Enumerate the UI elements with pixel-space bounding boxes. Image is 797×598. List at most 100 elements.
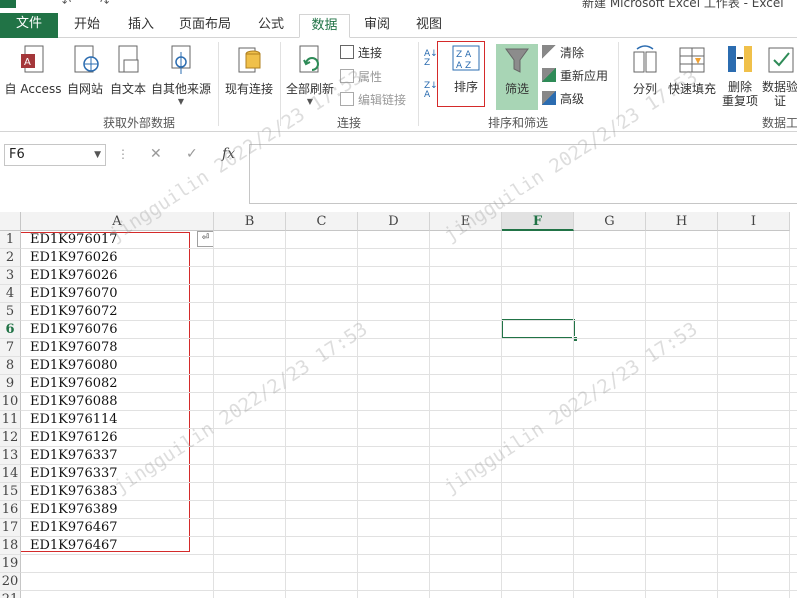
row-header-19[interactable]: 19 [0, 555, 21, 573]
column-header-C[interactable]: C [286, 212, 358, 231]
tab-data[interactable]: 数据 [299, 14, 350, 38]
row-header-7[interactable]: 7 [0, 339, 21, 357]
gridline [645, 231, 646, 598]
row-header-17[interactable]: 17 [0, 519, 21, 537]
cell-A11[interactable]: ED1K976114 [30, 411, 118, 429]
row-header-10[interactable]: 10 [0, 393, 21, 411]
from-other-sources-button[interactable]: 自其他来源 ▼ [150, 44, 212, 106]
gridline [21, 500, 797, 501]
sort-ascending-button[interactable]: A↓ Z [424, 50, 438, 68]
sort-descending-button[interactable]: Z↓ A [424, 82, 438, 100]
tab-insert[interactable]: 插入 [116, 14, 166, 38]
row-header-12[interactable]: 12 [0, 429, 21, 447]
cell-A1[interactable]: ED1K976017 [30, 231, 118, 249]
text-to-columns-button[interactable]: 分列 [626, 44, 664, 97]
cell-A13[interactable]: ED1K976337 [30, 447, 118, 465]
column-header-A[interactable]: A [21, 212, 214, 231]
column-header-D[interactable]: D [358, 212, 430, 231]
column-header-B[interactable]: B [214, 212, 286, 231]
filter-button[interactable]: 筛选 [496, 44, 538, 110]
existing-connections-button[interactable]: 现有连接 [222, 44, 276, 97]
tab-review[interactable]: 审阅 [354, 14, 400, 38]
edit-links-button[interactable]: 编辑链接 [340, 91, 406, 108]
row-header-21[interactable]: 21 [0, 591, 21, 598]
row-header-20[interactable]: 20 [0, 573, 21, 591]
cell-A17[interactable]: ED1K976467 [30, 519, 118, 537]
tab-home[interactable]: 开始 [62, 14, 112, 38]
chevron-down-icon: ▼ [306, 97, 314, 106]
cell-A18[interactable]: ED1K976467 [30, 537, 118, 555]
tab-view[interactable]: 视图 [406, 14, 452, 38]
redo-icon[interactable]: ↷ [100, 0, 109, 9]
enter-icon[interactable]: ✓ [186, 146, 198, 162]
refresh-all-button[interactable]: 全部刷新 ▼ [284, 44, 336, 106]
from-web-button[interactable]: 自网站 [64, 44, 106, 97]
cell-A5[interactable]: ED1K976072 [30, 303, 118, 321]
from-text-button[interactable]: 自文本 [108, 44, 148, 97]
separator [218, 42, 219, 126]
insert-function-icon[interactable]: fx [222, 146, 235, 162]
column-header-E[interactable]: E [430, 212, 502, 231]
cell-A4[interactable]: ED1K976070 [30, 285, 118, 303]
gridline [21, 410, 797, 411]
cell-A6[interactable]: ED1K976076 [30, 321, 118, 339]
cell-A16[interactable]: ED1K976389 [30, 501, 118, 519]
gridline [21, 302, 797, 303]
web-icon [74, 45, 99, 73]
cell-A12[interactable]: ED1K976126 [30, 429, 118, 447]
row-header-8[interactable]: 8 [0, 357, 21, 375]
row-header-5[interactable]: 5 [0, 303, 21, 321]
reapply-button[interactable]: 重新应用 [542, 67, 608, 84]
column-header-G[interactable]: G [574, 212, 646, 231]
reapply-icon [542, 68, 556, 82]
from-access-button[interactable]: A 自 Access [4, 44, 62, 97]
cell-A15[interactable]: ED1K976383 [30, 483, 118, 501]
separator [418, 42, 419, 126]
row-header-14[interactable]: 14 [0, 465, 21, 483]
autofilter-dropdown-icon[interactable]: ⏎ [197, 231, 214, 247]
cell-A8[interactable]: ED1K976080 [30, 357, 118, 375]
chevron-down-icon[interactable]: ▼ [94, 145, 101, 165]
cell-A7[interactable]: ED1K976078 [30, 339, 118, 357]
row-header-16[interactable]: 16 [0, 501, 21, 519]
cell-A14[interactable]: ED1K976337 [30, 465, 118, 483]
formula-input[interactable] [249, 144, 797, 204]
advanced-filter-button[interactable]: 高级 [542, 90, 584, 107]
row-header-11[interactable]: 11 [0, 411, 21, 429]
cell-A3[interactable]: ED1K976026 [30, 267, 118, 285]
cell-A2[interactable]: ED1K976026 [30, 249, 118, 267]
row-header-15[interactable]: 15 [0, 483, 21, 501]
data-validation-button[interactable]: 数据验 证 [762, 44, 797, 108]
clear-filter-button[interactable]: 清除 [542, 44, 584, 61]
column-header-I[interactable]: I [718, 212, 790, 231]
row-header-3[interactable]: 3 [0, 267, 21, 285]
row-header-4[interactable]: 4 [0, 285, 21, 303]
worksheet-grid[interactable]: ⏎ A B C D E F G H I 1 2 3 4 5 6 7 8 9 10 11 12 13 14 15 16 17 18 19… [0, 212, 797, 598]
properties-icon [340, 69, 354, 83]
row-header-9[interactable]: 9 [0, 375, 21, 393]
select-all-corner[interactable] [0, 212, 21, 231]
active-cell-F6[interactable] [501, 319, 575, 339]
column-header-F[interactable]: F [502, 212, 574, 231]
properties-button[interactable]: 属性 [340, 68, 382, 85]
name-box[interactable]: F6 ▼ [4, 144, 106, 166]
gridline [21, 320, 797, 321]
connections-button[interactable]: 连接 [340, 44, 382, 61]
tab-page-layout[interactable]: 页面布局 [170, 14, 240, 38]
formula-bar-resize-handle[interactable]: ⋮ [117, 147, 129, 161]
flash-fill-button[interactable]: 快速填充 [666, 44, 718, 97]
cell-A10[interactable]: ED1K976088 [30, 393, 118, 411]
cell-A9[interactable]: ED1K976082 [30, 375, 118, 393]
tab-formulas[interactable]: 公式 [246, 14, 296, 38]
split-columns-icon [633, 45, 657, 73]
row-header-6[interactable]: 6 [0, 321, 21, 339]
remove-duplicates-button[interactable]: 删除 重复项 [720, 44, 760, 108]
column-header-H[interactable]: H [646, 212, 718, 231]
row-header-2[interactable]: 2 [0, 249, 21, 267]
row-header-18[interactable]: 18 [0, 537, 21, 555]
row-header-13[interactable]: 13 [0, 447, 21, 465]
row-header-1[interactable]: 1 [0, 231, 21, 249]
undo-icon[interactable]: ↶ [62, 0, 71, 9]
tab-file[interactable]: 文件 [0, 13, 58, 38]
cancel-icon[interactable]: ✕ [150, 146, 162, 162]
